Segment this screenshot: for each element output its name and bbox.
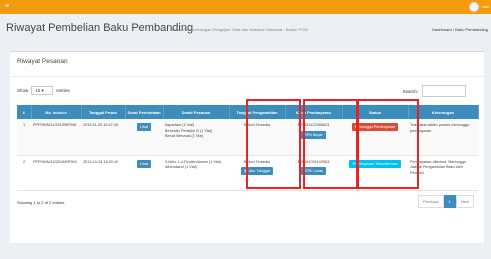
cell-invoice: PPPOMN/11/2019/BP008: [31, 119, 81, 156]
breadcrumb: Dashboard › Baku Pembanding: [432, 27, 488, 32]
detail-item: Benzil Benzoat (1 Vial): [165, 134, 204, 138]
breadcrumb-item-dashboard[interactable]: Dashboard: [432, 27, 452, 32]
spb-lunas-button[interactable]: SPB Lunas: [301, 167, 326, 175]
orders-table: # No. Invoice Tanggal Pesan Surat Permin…: [17, 105, 479, 191]
menu-icon[interactable]: ≡: [5, 3, 9, 11]
cell-surat: Lihat: [125, 119, 163, 156]
spb-bayar-button[interactable]: SPB Bayar: [301, 130, 326, 139]
entries-length: Show 10 ▾ entries: [17, 86, 70, 95]
cell-detail: 3-Nitro-1,4-Fenilendiamin (1 Vial) Alben…: [163, 155, 229, 191]
show-label: Show: [17, 88, 29, 93]
col-header-no[interactable]: #: [17, 105, 32, 119]
table-header-row: # No. Invoice Tanggal Pesan Surat Permin…: [17, 105, 479, 119]
table-info: Showing 1 to 2 of 2 entries: [17, 200, 65, 205]
kode-text: 820191122985623: [297, 123, 330, 127]
pagination: Previous 1 Next: [417, 195, 474, 208]
detail-item: Albendazol (1 Vial): [165, 165, 197, 169]
cell-surat: Lihat: [125, 155, 163, 191]
cell-keterangan: Pembayaran diterima. Menunggu Jadwal Pen…: [408, 155, 478, 191]
cell-pengambilan: Belum Tersedia ▦ Atur Tanggal: [229, 155, 285, 191]
cell-pengambilan: Belum Tersedia: [229, 119, 285, 156]
atur-tanggal-label: Atur Tanggal: [248, 169, 270, 173]
previous-button[interactable]: Previous: [417, 195, 444, 208]
next-button[interactable]: Next: [455, 195, 474, 208]
cell-no: 1: [17, 119, 31, 156]
col-header-pengambilan[interactable]: Tanggal Pengambilan: [229, 105, 286, 119]
cell-detail: Aspartam (1 Vial) Benzatin Penisilin G (…: [163, 119, 229, 156]
col-header-kode[interactable]: Kode Pembayaran: [285, 105, 343, 119]
col-header-surat[interactable]: Surat Permintaan: [125, 105, 164, 119]
cell-kode: 820191122985623 SPB Bayar: [285, 119, 342, 156]
cell-status: Pembayaran Terkonfirmasi: [342, 155, 408, 191]
calendar-icon: ▦: [244, 169, 248, 173]
col-header-invoice[interactable]: No. Invoice: [31, 105, 82, 119]
top-navbar: ≡ use: [0, 0, 491, 14]
cell-tanggal: 2019-11-25 10:47:45: [81, 119, 125, 156]
table-row: 2 PPPOMN/10/2019/BP003 2019-10-24 18:20:…: [17, 155, 478, 191]
col-header-tanggal[interactable]: Tanggal Pesan: [81, 105, 126, 119]
cell-status: Menunggu Pembayaran: [342, 119, 408, 156]
cell-tanggal: 2019-10-24 18:20:10: [81, 155, 125, 191]
cell-kode: 820191024102563 SPB Lunas: [285, 155, 342, 191]
user-name[interactable]: use: [483, 4, 489, 9]
table-row: 1 PPPOMN/11/2019/BP008 2019-11-25 10:47:…: [17, 119, 478, 156]
pengambilan-text: Belum Tersedia: [243, 159, 271, 164]
lihat-button[interactable]: Lihat: [136, 159, 152, 168]
entries-label: entries: [56, 88, 70, 93]
breadcrumb-item-baku[interactable]: Baku Pembanding: [455, 27, 488, 32]
avatar[interactable]: [469, 2, 479, 12]
content-header: Riwayat Pembelian Baku Pembanding Pusat …: [6, 22, 488, 36]
col-header-status[interactable]: Status: [342, 105, 409, 119]
box-title: Riwayat Pesanan: [17, 58, 68, 65]
page-title: Riwayat Pembelian Baku Pembanding: [6, 22, 194, 34]
kode-text: 820191024102563: [297, 159, 330, 164]
col-header-detail[interactable]: Detail Pesanan: [163, 105, 230, 119]
search-label: Search:: [402, 88, 418, 94]
divider: [10, 76, 484, 77]
cell-no: 2: [17, 155, 31, 191]
atur-tanggal-button[interactable]: ▦ Atur Tanggal: [241, 167, 273, 175]
lihat-button[interactable]: Lihat: [136, 123, 152, 131]
page-subtitle: Pusat Pengembangan Pengujian Obat dan Ma…: [172, 27, 308, 32]
orders-box: Riwayat Pesanan Show 10 ▾ entries Search…: [10, 51, 484, 243]
cell-keterangan: Transaksi dalam proses menunggu pembayar…: [408, 119, 478, 156]
pengambilan-text: Belum Tersedia: [243, 123, 271, 127]
col-header-keterangan[interactable]: Keterangan: [408, 105, 479, 119]
status-badge: Pembayaran Terkonfirmasi: [349, 159, 401, 168]
cell-invoice: PPPOMN/10/2019/BP003: [31, 155, 81, 191]
search-input[interactable]: [422, 85, 466, 97]
status-badge: Menunggu Pembayaran: [351, 123, 399, 131]
entries-select[interactable]: 10 ▾: [31, 86, 54, 95]
page-1-button[interactable]: 1: [443, 195, 456, 208]
search-box: Search:: [402, 85, 466, 97]
entries-value: 10: [35, 88, 41, 93]
